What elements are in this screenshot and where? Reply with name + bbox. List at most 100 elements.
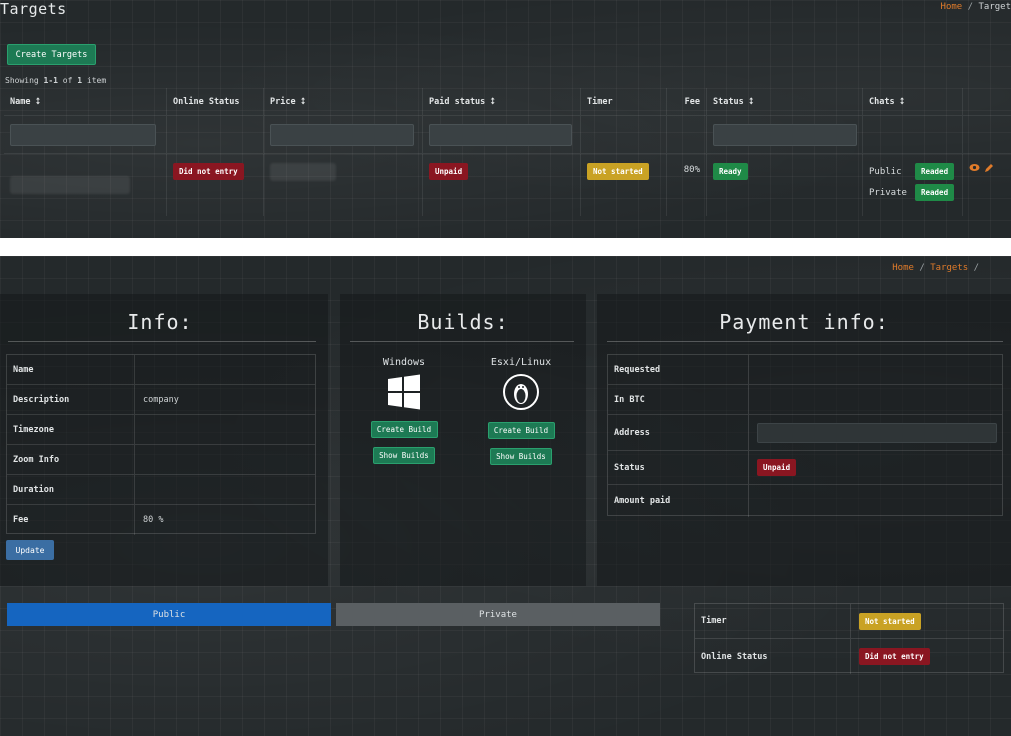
payment-row-address: Address (608, 415, 1002, 451)
linux-create-build-button[interactable]: Create Build (487, 422, 555, 439)
chat-private-badge[interactable]: Readed (915, 184, 955, 201)
breadcrumb: Home / Target (941, 2, 1011, 12)
table-row: Did not entry Unpaid Not started 80% Rea… (4, 154, 1011, 216)
builds-title-divider (350, 341, 574, 342)
status-timer-badge: Not started (859, 612, 921, 630)
cell-name (4, 154, 166, 216)
column-status[interactable]: Status ⭥ (706, 88, 862, 115)
status-badge: Ready (713, 163, 748, 180)
column-online-status: Online Status (166, 88, 263, 115)
info-label-duration: Duration (13, 484, 54, 495)
filter-cell-actions (962, 116, 1011, 153)
cell-chats: Public Readed Private Readed (862, 154, 962, 216)
chat-public-badge[interactable]: Readed (915, 163, 955, 180)
detail-breadcrumb-home[interactable]: Home (892, 263, 914, 273)
payment-label-requested: Requested (614, 364, 661, 375)
summary-prefix: Showing (5, 76, 44, 85)
cell-status: Ready (706, 154, 862, 216)
payment-title-divider (607, 341, 1003, 342)
cell-timer: Not started (580, 154, 666, 216)
info-label-fee: Fee (13, 515, 29, 525)
status-label-timer: Timer (701, 616, 727, 626)
payment-row-amount: Amount paid (608, 485, 1002, 517)
info-row-zoom: Zoom Info (7, 445, 315, 475)
build-windows: Windows Create Build Show Builds (359, 357, 449, 464)
info-label-name: Name (13, 364, 34, 375)
detail-breadcrumb: Home / Targets / (892, 263, 979, 273)
payment-card: Payment info: Requested In BTC Address S… (597, 294, 1011, 586)
online-status-badge: Did not entry (173, 163, 244, 180)
name-filter-input[interactable] (10, 123, 156, 146)
tab-private[interactable]: Private (336, 603, 660, 626)
cell-paid-status: Unpaid (422, 154, 580, 216)
tab-public[interactable]: Public (7, 603, 331, 626)
filter-cell-timer (580, 116, 666, 153)
column-fee: Fee (666, 88, 706, 115)
linux-icon (503, 374, 539, 410)
payment-status-badge: Unpaid (757, 459, 797, 476)
price-filter-input[interactable] (270, 123, 414, 146)
info-label-description: Description (13, 394, 70, 405)
table-header: Name ⭥ Online Status Price ⭥ Paid status… (4, 88, 1011, 116)
cell-price (263, 154, 422, 216)
column-chats[interactable]: Chats ⭥ (862, 88, 962, 115)
filter-cell-price (263, 116, 422, 153)
paid-status-badge: Unpaid (429, 163, 469, 180)
filter-cell-status (706, 116, 862, 153)
column-paid-status[interactable]: Paid status ⭥ (422, 88, 580, 115)
info-label-zoom: Zoom Info (13, 454, 60, 465)
info-row-duration: Duration (7, 475, 315, 505)
column-name[interactable]: Name ⭥ (4, 88, 166, 115)
payment-title: Payment info: (719, 310, 889, 334)
pencil-icon[interactable] (984, 163, 994, 173)
info-value-description: company (134, 385, 317, 414)
payment-row-requested: Requested (608, 355, 1002, 385)
info-value-timezone (134, 415, 317, 444)
payment-value-amount (748, 485, 1004, 517)
status-row-online: Online Status Did not entry (695, 639, 1003, 674)
builds-title: Builds: (417, 310, 509, 334)
detail-breadcrumb-targets[interactable]: Targets (930, 263, 968, 273)
payment-value-address (748, 415, 1004, 450)
chat-public-label: Public (869, 166, 902, 177)
info-title: Info: (127, 310, 193, 334)
status-table: Timer Not started Online Status Did not … (694, 603, 1004, 674)
targets-list-panel: Targets Home / Target Create Targets Sho… (0, 0, 1011, 238)
chat-private-label: Private (869, 187, 907, 198)
create-targets-button[interactable]: Create Targets (7, 44, 96, 65)
payment-label-amount: Amount paid (614, 496, 671, 506)
status-row-timer: Timer Not started (695, 604, 1003, 639)
filter-cell-online (166, 116, 263, 153)
info-value-duration (134, 475, 317, 504)
summary-range: 1-1 (43, 76, 58, 85)
detail-breadcrumb-separator: / (919, 263, 925, 273)
breadcrumb-current: Target (978, 2, 1011, 12)
page-title: Targets (0, 0, 67, 18)
address-field[interactable] (757, 422, 997, 443)
filter-cell-chats (862, 116, 962, 153)
payment-value-requested (748, 355, 1004, 384)
linux-label: Esxi/Linux (490, 357, 552, 368)
info-value-fee: 80 % (134, 505, 317, 535)
breadcrumb-home[interactable]: Home (941, 2, 963, 12)
column-timer: Timer (580, 88, 666, 115)
chat-public: Public Readed (869, 163, 955, 180)
info-value-zoom (134, 445, 317, 474)
redacted-name (10, 176, 130, 194)
cell-online-status: Did not entry (166, 154, 263, 216)
windows-create-build-button[interactable]: Create Build (370, 421, 438, 438)
windows-show-builds-button[interactable]: Show Builds (373, 447, 435, 464)
payment-label-status: Status (614, 462, 645, 473)
windows-label: Windows (382, 357, 426, 368)
build-linux: Esxi/Linux Create Build Show Builds (476, 357, 566, 465)
status-filter-input[interactable] (713, 123, 857, 146)
filter-row (4, 116, 1011, 154)
update-button[interactable]: Update (6, 540, 54, 560)
eye-icon[interactable] (969, 163, 980, 172)
column-price[interactable]: Price ⭥ (263, 88, 422, 115)
filter-cell-name (4, 116, 166, 153)
payment-label-btc: In BTC (614, 394, 645, 405)
summary-suffix: item (82, 76, 107, 85)
paid-status-filter-input[interactable] (429, 123, 572, 146)
linux-show-builds-button[interactable]: Show Builds (490, 448, 552, 465)
